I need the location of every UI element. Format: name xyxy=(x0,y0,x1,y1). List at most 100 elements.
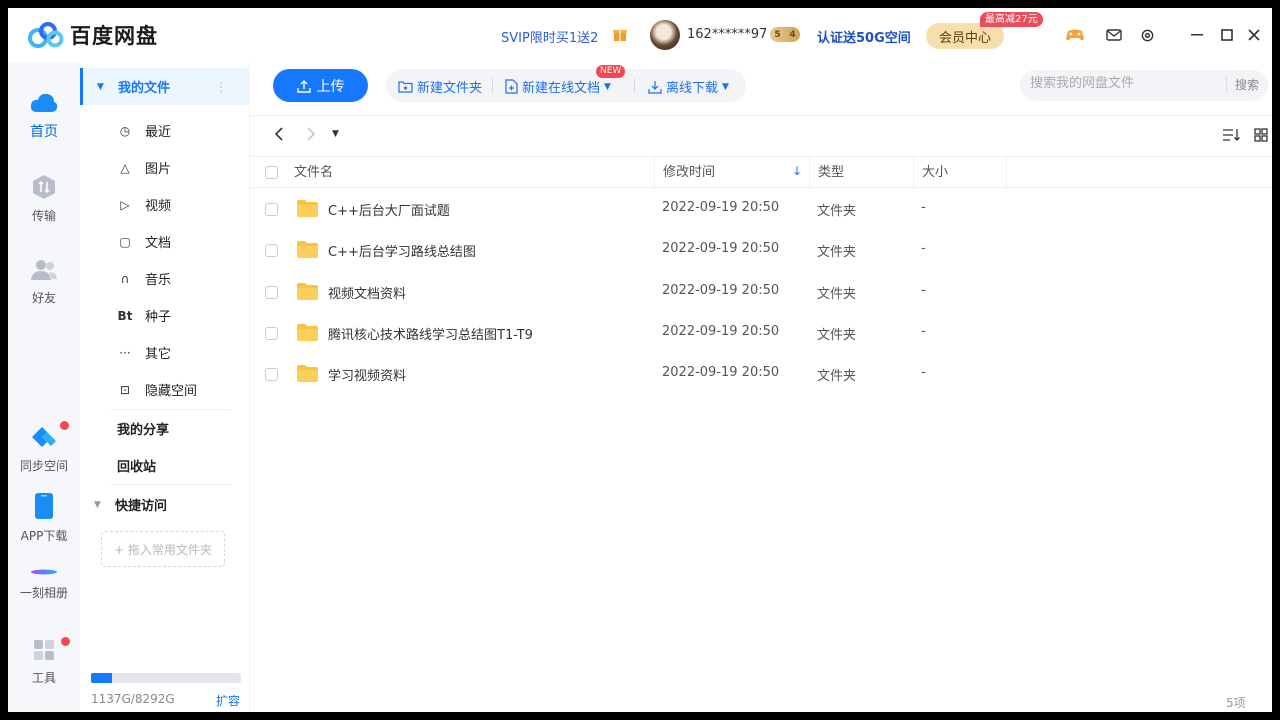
nav-friends[interactable]: 好友 xyxy=(8,258,80,306)
vip-level-badge[interactable]: 5 4 xyxy=(770,27,800,42)
row-checkbox[interactable] xyxy=(265,326,278,340)
sidebar-quick-access-label: 快捷访问 xyxy=(115,499,168,514)
file-type: 文件夹 xyxy=(817,204,857,219)
sort-descending-icon[interactable]: ↓ xyxy=(792,164,802,178)
column-divider xyxy=(1006,157,1007,189)
file-name[interactable]: 腾讯核心技术路线学习总结图T1-T9 xyxy=(328,324,533,343)
verify-promo-link[interactable]: 认证送50G空间 xyxy=(817,27,911,46)
path-navigation-bar: ▼ xyxy=(250,115,1272,155)
column-header-type[interactable]: 类型 xyxy=(809,157,913,189)
gift-icon[interactable] xyxy=(612,26,628,42)
lock-icon: ⊡ xyxy=(119,382,131,397)
nav-sync-space[interactable]: 同步空间 xyxy=(8,424,80,474)
more-vertical-icon[interactable]: ⋮ xyxy=(215,80,227,94)
folder-icon xyxy=(297,365,318,383)
table-row[interactable]: 腾讯核心技术路线学习总结图T1-T9 2022-09-19 20:50 文件夹 - xyxy=(250,313,1272,354)
table-row[interactable]: 学习视频资料 2022-09-19 20:50 文件夹 - xyxy=(250,354,1272,395)
close-icon[interactable] xyxy=(1244,25,1264,45)
select-all-checkbox[interactable] xyxy=(265,166,278,179)
cloud-icon xyxy=(30,93,58,112)
table-row[interactable]: C++后台学习路线总结图 2022-09-19 20:50 文件夹 - xyxy=(250,230,1272,271)
nav-friends-label: 好友 xyxy=(31,291,56,305)
column-header-modified[interactable]: 修改时间 xyxy=(654,157,809,189)
sidebar-item-4[interactable]: ∩ 音乐 xyxy=(80,260,250,297)
sort-list-icon[interactable] xyxy=(1222,127,1240,146)
sidebar-recycle-bin-label: 回收站 xyxy=(117,460,157,475)
nav-album[interactable]: 一刻相册 xyxy=(8,566,80,601)
app-title: 百度网盘 xyxy=(70,24,158,48)
nav-app-download[interactable]: APP下载 xyxy=(8,492,80,544)
nav-transfer[interactable]: 传输 xyxy=(8,174,80,224)
dropdown-caret-icon: ▼ xyxy=(722,81,729,92)
nav-home[interactable]: 首页 xyxy=(8,90,80,141)
vip-level-right: 4 xyxy=(789,29,796,40)
user-avatar[interactable] xyxy=(650,20,680,50)
file-modified-time: 2022-09-19 20:50 xyxy=(662,365,780,381)
app-logo: 百度网盘 xyxy=(28,20,158,50)
search-button[interactable]: 搜索 xyxy=(1226,76,1259,93)
sidebar-item-label: 文档 xyxy=(145,236,172,251)
file-name[interactable]: C++后台大厂面试题 xyxy=(328,200,450,219)
sidebar-recycle-bin[interactable]: 回收站 xyxy=(80,447,250,484)
row-checkbox[interactable] xyxy=(265,285,278,299)
sidebar-my-files[interactable]: ▼ 我的文件 ⋮ xyxy=(80,68,250,105)
mail-icon[interactable] xyxy=(1104,25,1124,45)
action-divider xyxy=(492,78,493,93)
file-name[interactable]: 学习视频资料 xyxy=(328,365,406,384)
settings-gear-icon[interactable] xyxy=(1137,25,1157,45)
download-icon xyxy=(648,80,662,94)
file-modified-time: 2022-09-19 20:50 xyxy=(662,282,780,298)
file-type: 文件夹 xyxy=(817,286,857,302)
sidebar-item-label: 隐藏空间 xyxy=(145,384,198,399)
sidebar-item-7[interactable]: ⊡ 隐藏空间 xyxy=(80,371,250,408)
back-arrow-icon[interactable] xyxy=(274,126,284,145)
file-action-bar: 新建文件夹 新建在线文档 ▼ 离线下载 ▼ xyxy=(386,69,746,102)
nav-tools-label: 工具 xyxy=(31,671,56,685)
caret-down-icon: ▼ xyxy=(94,499,101,510)
file-name[interactable]: 视频文档资料 xyxy=(328,283,406,302)
file-size: - xyxy=(921,323,926,339)
file-type: 文件夹 xyxy=(817,245,857,261)
new-online-doc-label: 新建在线文档 xyxy=(522,81,601,96)
svip-promo-link[interactable]: SVIP限时买1送2 xyxy=(501,27,598,46)
sidebar-item-1[interactable]: △ 图片 xyxy=(80,149,250,186)
column-header-size[interactable]: 大小 xyxy=(913,157,1006,189)
minimize-icon[interactable] xyxy=(1187,25,1207,45)
sidebar-item-label: 图片 xyxy=(145,162,172,177)
expand-storage-link[interactable]: 扩容 xyxy=(216,692,240,709)
grid-view-icon[interactable] xyxy=(1254,127,1268,146)
column-header-name[interactable]: 文件名 xyxy=(286,157,333,189)
game-controller-icon[interactable] xyxy=(1065,25,1085,45)
new-folder-button[interactable]: 新建文件夹 xyxy=(398,77,482,96)
sidebar-item-label: 其它 xyxy=(145,347,172,362)
sidebar-my-share[interactable]: 我的分享 xyxy=(80,410,250,447)
folder-icon xyxy=(297,241,318,259)
folder-icon xyxy=(297,323,318,341)
offline-download-button[interactable]: 离线下载 ▼ xyxy=(648,77,729,96)
document-icon: ▢ xyxy=(119,234,131,249)
forward-arrow-icon[interactable] xyxy=(306,126,316,145)
history-dropdown-icon[interactable]: ▼ xyxy=(332,129,339,139)
sidebar-item-label: 视频 xyxy=(145,199,172,214)
row-checkbox[interactable] xyxy=(265,368,278,382)
row-checkbox[interactable] xyxy=(265,244,278,258)
storage-usage-text: 1137G/8292G xyxy=(91,692,175,706)
folder-icon xyxy=(297,282,318,300)
table-row[interactable]: C++后台大厂面试题 2022-09-19 20:50 文件夹 - xyxy=(250,189,1272,230)
sidebar-item-0[interactable]: ◷ 最近 xyxy=(80,112,250,149)
quick-access-drop-zone[interactable]: + 拖入常用文件夹 xyxy=(101,531,225,567)
sidebar-item-3[interactable]: ▢ 文档 xyxy=(80,223,250,260)
new-online-doc-button[interactable]: 新建在线文档 ▼ xyxy=(505,77,611,96)
upload-button[interactable]: 上传 xyxy=(273,69,368,102)
username[interactable]: 162******97 xyxy=(687,27,767,42)
nav-tools[interactable]: 工具 xyxy=(8,638,80,686)
sidebar-quick-access[interactable]: ▼ 快捷访问 xyxy=(80,486,250,523)
file-name[interactable]: C++后台学习路线总结图 xyxy=(328,241,476,260)
maximize-icon[interactable] xyxy=(1217,25,1237,45)
row-checkbox[interactable] xyxy=(265,203,278,216)
sidebar-item-5[interactable]: Bt 种子 xyxy=(80,297,250,334)
sidebar-item-6[interactable]: ··· 其它 xyxy=(80,334,250,371)
search-input[interactable] xyxy=(1030,76,1220,91)
sidebar-item-2[interactable]: ▷ 视频 xyxy=(80,186,250,223)
table-row[interactable]: 视频文档资料 2022-09-19 20:50 文件夹 - xyxy=(250,272,1272,313)
